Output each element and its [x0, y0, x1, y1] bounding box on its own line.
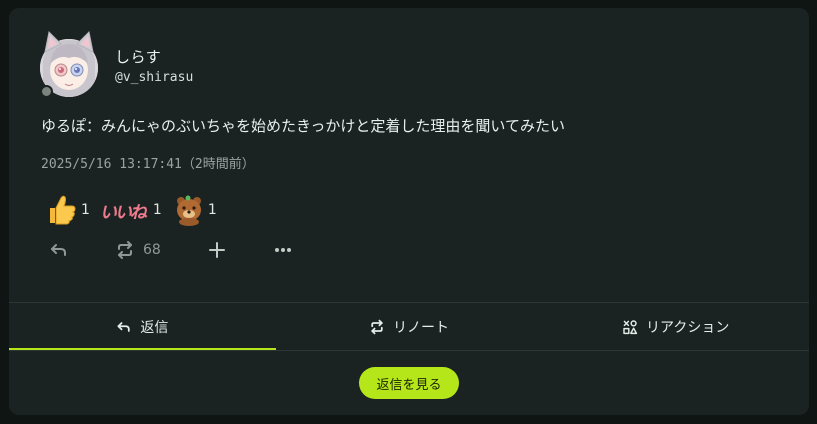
- renote-button[interactable]: 68: [115, 240, 207, 260]
- tab-replies[interactable]: 返信: [9, 303, 276, 350]
- tab-label: リアクション: [646, 319, 730, 336]
- tab-renotes[interactable]: リノート: [276, 303, 543, 350]
- timestamp[interactable]: 2025/5/16 13:17:41（2時間前）: [41, 153, 255, 172]
- renote-count: 68: [143, 242, 161, 258]
- divider: [9, 350, 809, 351]
- tab-label: リノート: [393, 319, 449, 336]
- reply-icon: [51, 244, 66, 256]
- reaction-bear[interactable]: 1: [172, 192, 217, 228]
- note-text: ゆるぽ：みんにゃのぶいちゃを始めたきっかけと定着した理由を聞いてみたい: [41, 117, 565, 135]
- reaction-iine[interactable]: いいね 1: [100, 192, 162, 228]
- tab-label: 返信: [140, 319, 169, 336]
- reply-icon: [117, 321, 131, 332]
- reaction-icon: [623, 319, 638, 334]
- renote-icon: [371, 319, 383, 334]
- view-replies-button[interactable]: 返信を見る: [359, 367, 459, 399]
- note-actions: 68: [49, 238, 313, 262]
- more-icon: [275, 248, 291, 252]
- renote-icon: [118, 241, 132, 259]
- reply-button[interactable]: [49, 240, 115, 260]
- reaction-count: 1: [152, 202, 162, 218]
- online-status-indicator: [40, 85, 53, 98]
- bear-custom-emoji-icon: [176, 195, 201, 226]
- more-button[interactable]: [273, 240, 313, 260]
- reaction-count: 1: [81, 202, 90, 218]
- reaction-count: 1: [207, 202, 217, 218]
- note-card: しらす @v_shirasu ゆるぽ：みんにゃのぶいちゃを始めたきっかけと定着し…: [9, 8, 809, 415]
- tab-reactions[interactable]: リアクション: [542, 303, 809, 350]
- thumbs-up-emoji-icon: [50, 195, 76, 225]
- note-tabs: 返信 リノート リアクション: [9, 303, 809, 350]
- display-name[interactable]: しらす: [115, 46, 161, 67]
- username[interactable]: @v_shirasu: [115, 70, 193, 85]
- reactions-row: 1 いいね 1 1: [45, 192, 227, 228]
- plus-icon: [209, 242, 225, 258]
- iine-custom-emoji-icon: いいね: [99, 202, 147, 223]
- add-reaction-button[interactable]: [207, 240, 273, 260]
- reaction-thumbs-up[interactable]: 1: [45, 192, 90, 228]
